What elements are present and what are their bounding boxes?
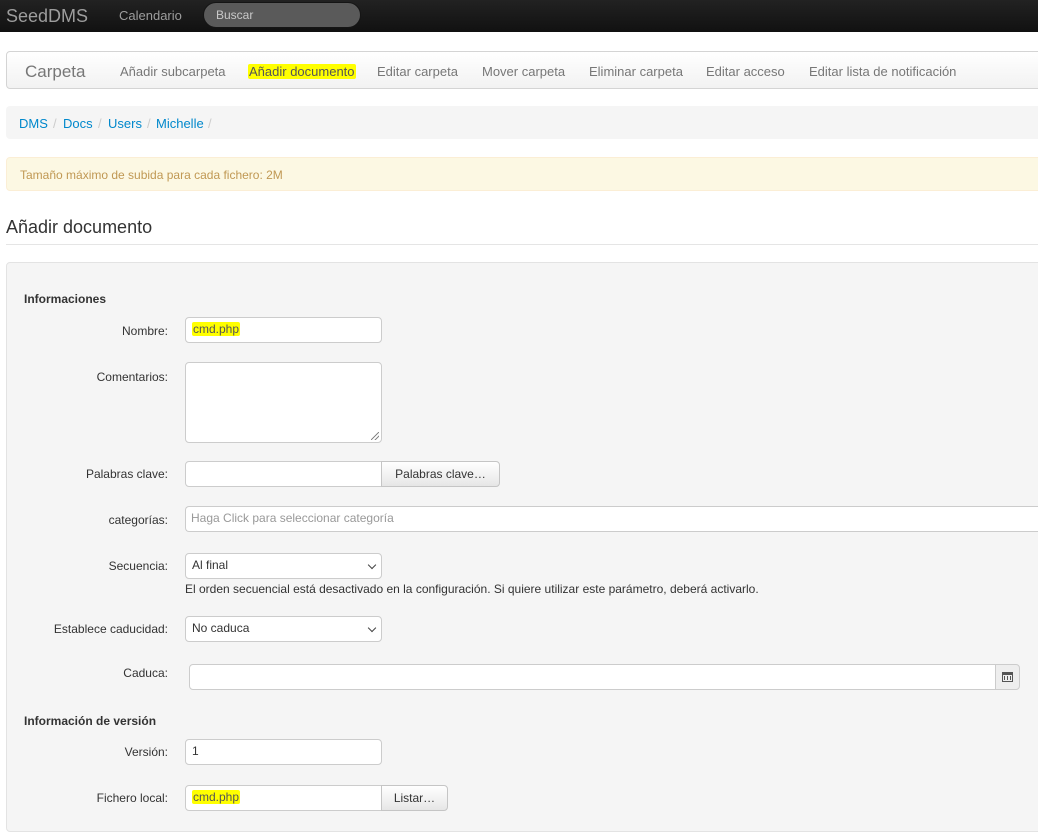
sequence-select[interactable]: Al final — [185, 553, 382, 579]
comments-textarea[interactable] — [185, 362, 382, 443]
local-file-input[interactable]: cmd.php — [185, 785, 382, 811]
nav-calendar-link[interactable]: Calendario — [119, 8, 182, 23]
nav-edit-notify-list[interactable]: Editar lista de notificación — [809, 64, 956, 79]
calendar-icon — [1002, 672, 1013, 682]
search-input[interactable] — [203, 2, 361, 28]
expires-label: Caduca: — [123, 666, 168, 680]
breadcrumb-michelle[interactable]: Michelle — [156, 116, 204, 131]
sequence-help-text: El orden secuencial está desactivado en … — [185, 582, 759, 596]
section-info-heading: Informaciones — [24, 292, 107, 306]
keywords-input[interactable] — [185, 461, 382, 487]
nav-delete-folder[interactable]: Eliminar carpeta — [589, 64, 683, 79]
version-input[interactable]: 1 — [185, 739, 382, 765]
nav-edit-folder[interactable]: Editar carpeta — [377, 64, 458, 79]
top-navbar: SeedDMS Calendario — [0, 0, 1038, 32]
comments-label: Comentarios: — [96, 370, 168, 384]
expiration-set-value: No caduca — [192, 621, 250, 635]
folder-nav-brand[interactable]: Carpeta — [25, 62, 85, 82]
date-picker-button[interactable] — [995, 664, 1020, 690]
name-input[interactable]: cmd.php — [185, 317, 382, 343]
section-version-heading: Información de versión — [24, 714, 157, 728]
upload-size-alert: Tamaño máximo de subida para cada ficher… — [6, 157, 1038, 191]
local-file-label: Fichero local: — [96, 791, 168, 805]
breadcrumb-docs[interactable]: Docs — [63, 116, 93, 131]
name-label: Nombre: — [121, 324, 168, 338]
categories-select[interactable]: Haga Click para seleccionar categoría — [185, 506, 1038, 532]
expiration-set-label: Establece caducidad: — [53, 622, 168, 636]
keywords-button[interactable]: Palabras clave… — [381, 461, 500, 487]
version-value: 1 — [192, 744, 199, 758]
breadcrumb-separator: / — [98, 116, 102, 131]
version-label: Versión: — [124, 745, 168, 759]
app-brand[interactable]: SeedDMS — [6, 6, 88, 27]
expiration-select[interactable]: No caduca — [185, 616, 382, 642]
page-title: Añadir documento — [6, 217, 153, 237]
breadcrumb-dms[interactable]: DMS — [19, 116, 48, 131]
nav-add-document[interactable]: Añadir documento — [248, 64, 356, 79]
nav-move-folder[interactable]: Mover carpeta — [482, 64, 565, 79]
breadcrumb-separator: / — [147, 116, 151, 131]
keywords-label: Palabras clave: — [85, 467, 168, 481]
categories-placeholder: Haga Click para seleccionar categoría — [191, 511, 394, 525]
expires-date-input[interactable] — [189, 664, 996, 690]
sequence-value: Al final — [192, 558, 229, 572]
nav-edit-access[interactable]: Editar acceso — [706, 64, 785, 79]
breadcrumb: DMS / Docs / Users / Michelle / — [6, 106, 1038, 139]
breadcrumb-users[interactable]: Users — [108, 116, 142, 131]
breadcrumb-separator: / — [53, 116, 57, 131]
nav-add-subfolder[interactable]: Añadir subcarpeta — [120, 64, 226, 79]
title-divider — [6, 244, 1038, 245]
browse-button[interactable]: Listar… — [381, 785, 448, 811]
alert-text: Tamaño máximo de subida para cada ficher… — [20, 168, 283, 182]
chevron-down-icon — [367, 623, 377, 633]
categories-label: categorías: — [108, 513, 168, 527]
sequence-label: Secuencia: — [108, 559, 168, 573]
chevron-down-icon — [367, 560, 377, 570]
name-value: cmd.php — [192, 322, 241, 336]
breadcrumb-separator: / — [208, 116, 212, 131]
local-file-value: cmd.php — [192, 790, 241, 804]
folder-navbar: Carpeta Añadir subcarpeta Añadir documen… — [6, 51, 1038, 89]
resize-grip-icon[interactable] — [371, 432, 379, 440]
